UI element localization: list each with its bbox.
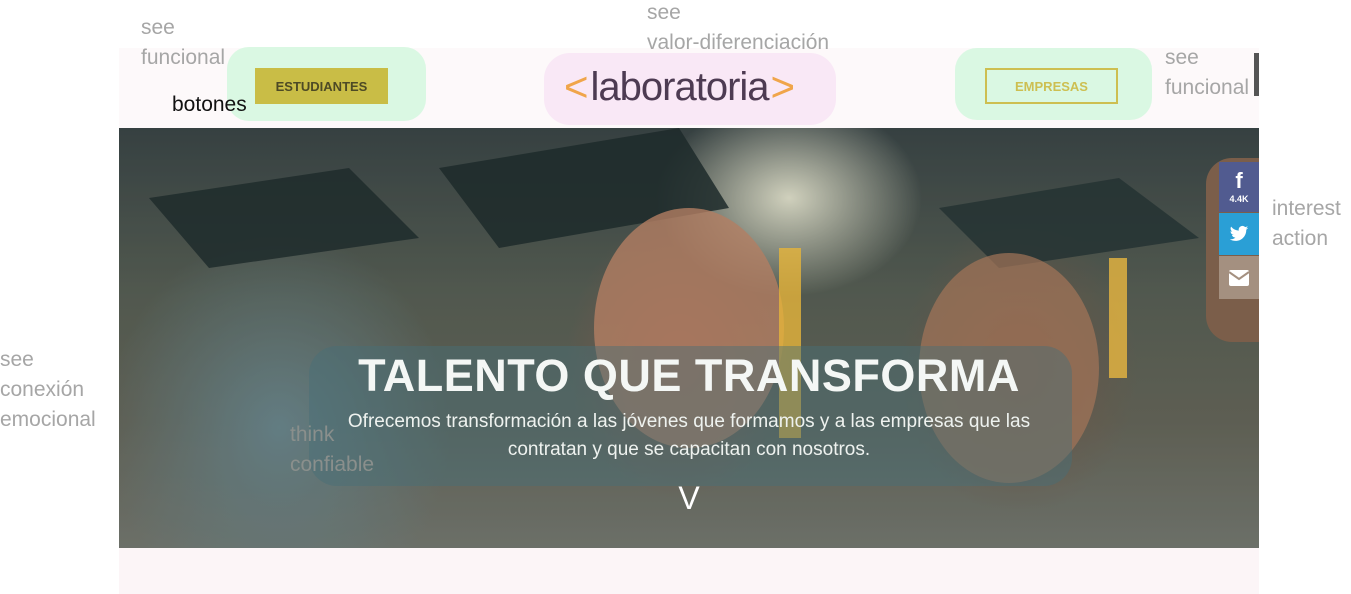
logo-text: laboratoria bbox=[590, 64, 770, 109]
facebook-share-count: 4.4K bbox=[1229, 194, 1249, 204]
hero-title: TALENTO QUE TRANSFORMA bbox=[358, 350, 1020, 401]
annotation-think-confiable: think confiable bbox=[290, 423, 375, 476]
hero-subtitle: Ofrecemos transformación a las jóvenes q… bbox=[347, 411, 1031, 460]
twitter-share-button[interactable] bbox=[1219, 213, 1259, 255]
hero-banner: TALENTO QUE TRANSFORMA Ofrecemos transfo… bbox=[119, 128, 1259, 548]
estudiantes-button[interactable]: ESTUDIANTES bbox=[255, 68, 388, 104]
twitter-icon bbox=[1229, 225, 1249, 241]
scroll-down-arrow[interactable]: V bbox=[119, 480, 1259, 517]
annotation-interest-action: interest action bbox=[1272, 197, 1341, 250]
facebook-share-button[interactable]: f 4.4K bbox=[1219, 162, 1259, 212]
annotation-see-funcional-left: see funcional bbox=[141, 16, 226, 69]
next-section-band bbox=[119, 548, 1259, 594]
laboratoria-logo[interactable]: < laboratoria > bbox=[564, 62, 795, 112]
annotation-botones: botones bbox=[172, 93, 247, 116]
scrollbar-thumb[interactable] bbox=[1254, 53, 1259, 96]
annotation-see-valor: see valor-diferenciación bbox=[647, 1, 830, 54]
empresas-button[interactable]: EMPRESAS bbox=[985, 68, 1118, 104]
logo-left-bracket: < bbox=[564, 63, 589, 110]
logo-right-bracket: > bbox=[770, 63, 796, 110]
email-share-button[interactable] bbox=[1219, 256, 1259, 299]
grad-cap-left bbox=[149, 168, 419, 268]
facebook-icon: f bbox=[1235, 168, 1243, 193]
annotation-see-funcional-right: see funcional bbox=[1165, 46, 1250, 99]
email-icon bbox=[1229, 269, 1249, 286]
annotation-see-conexion: see conexión emocional bbox=[0, 348, 96, 431]
grad-cap-right bbox=[939, 178, 1199, 268]
